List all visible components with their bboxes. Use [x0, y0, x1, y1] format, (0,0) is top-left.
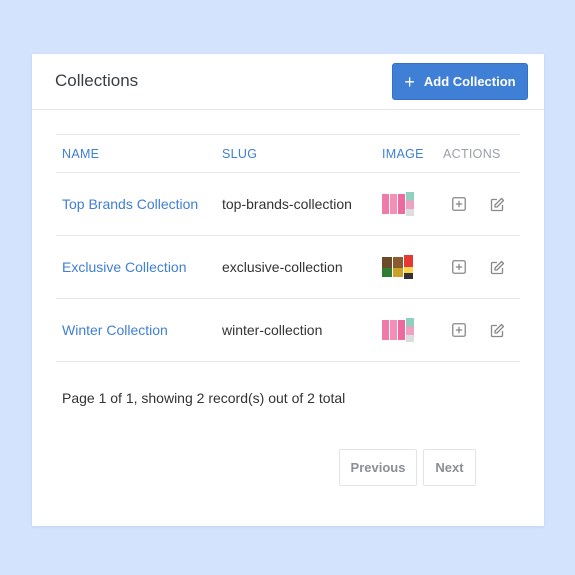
- collection-slug: exclusive-collection: [216, 235, 376, 299]
- add-collection-button[interactable]: + Add Collection: [392, 63, 528, 100]
- plus-square-icon[interactable]: [451, 196, 467, 212]
- plus-square-icon[interactable]: [451, 322, 467, 338]
- collection-slug: top-brands-collection: [216, 172, 376, 236]
- previous-button[interactable]: Previous: [339, 449, 417, 486]
- column-header-actions: ACTIONS: [437, 134, 520, 173]
- collections-table: NAME SLUG IMAGE ACTIONS Top Brands Colle…: [56, 134, 520, 362]
- table-row: Exclusive Collection exclusive-collectio…: [56, 235, 520, 299]
- column-header-image[interactable]: IMAGE: [376, 134, 437, 173]
- collection-name-link[interactable]: Exclusive Collection: [62, 259, 187, 275]
- collection-name-link[interactable]: Top Brands Collection: [62, 196, 198, 212]
- dog-products-thumbnail: [382, 255, 431, 279]
- table-row: Top Brands Collection top-brands-collect…: [56, 172, 520, 236]
- table-row: Winter Collection winter-collection: [56, 298, 520, 362]
- table-header-row: NAME SLUG IMAGE ACTIONS: [56, 134, 520, 173]
- edit-icon[interactable]: [489, 259, 505, 275]
- edit-icon[interactable]: [489, 196, 505, 212]
- card-header: Collections + Add Collection: [32, 54, 544, 110]
- edit-icon[interactable]: [489, 322, 505, 338]
- next-button[interactable]: Next: [423, 449, 476, 486]
- plus-square-icon[interactable]: [451, 259, 467, 275]
- collection-name-link[interactable]: Winter Collection: [62, 322, 168, 338]
- pink-products-thumbnail: [382, 318, 431, 342]
- column-header-slug[interactable]: SLUG: [216, 134, 376, 173]
- pink-products-thumbnail: [382, 192, 431, 216]
- collections-card: Collections + Add Collection NAME SLUG I…: [32, 54, 544, 526]
- collection-slug: winter-collection: [216, 298, 376, 362]
- plus-icon: +: [404, 71, 415, 92]
- add-collection-label: Add Collection: [423, 74, 516, 89]
- column-header-name[interactable]: NAME: [56, 134, 216, 173]
- pagination-summary: Page 1 of 1, showing 2 record(s) out of …: [62, 390, 346, 406]
- page-title: Collections: [55, 71, 139, 90]
